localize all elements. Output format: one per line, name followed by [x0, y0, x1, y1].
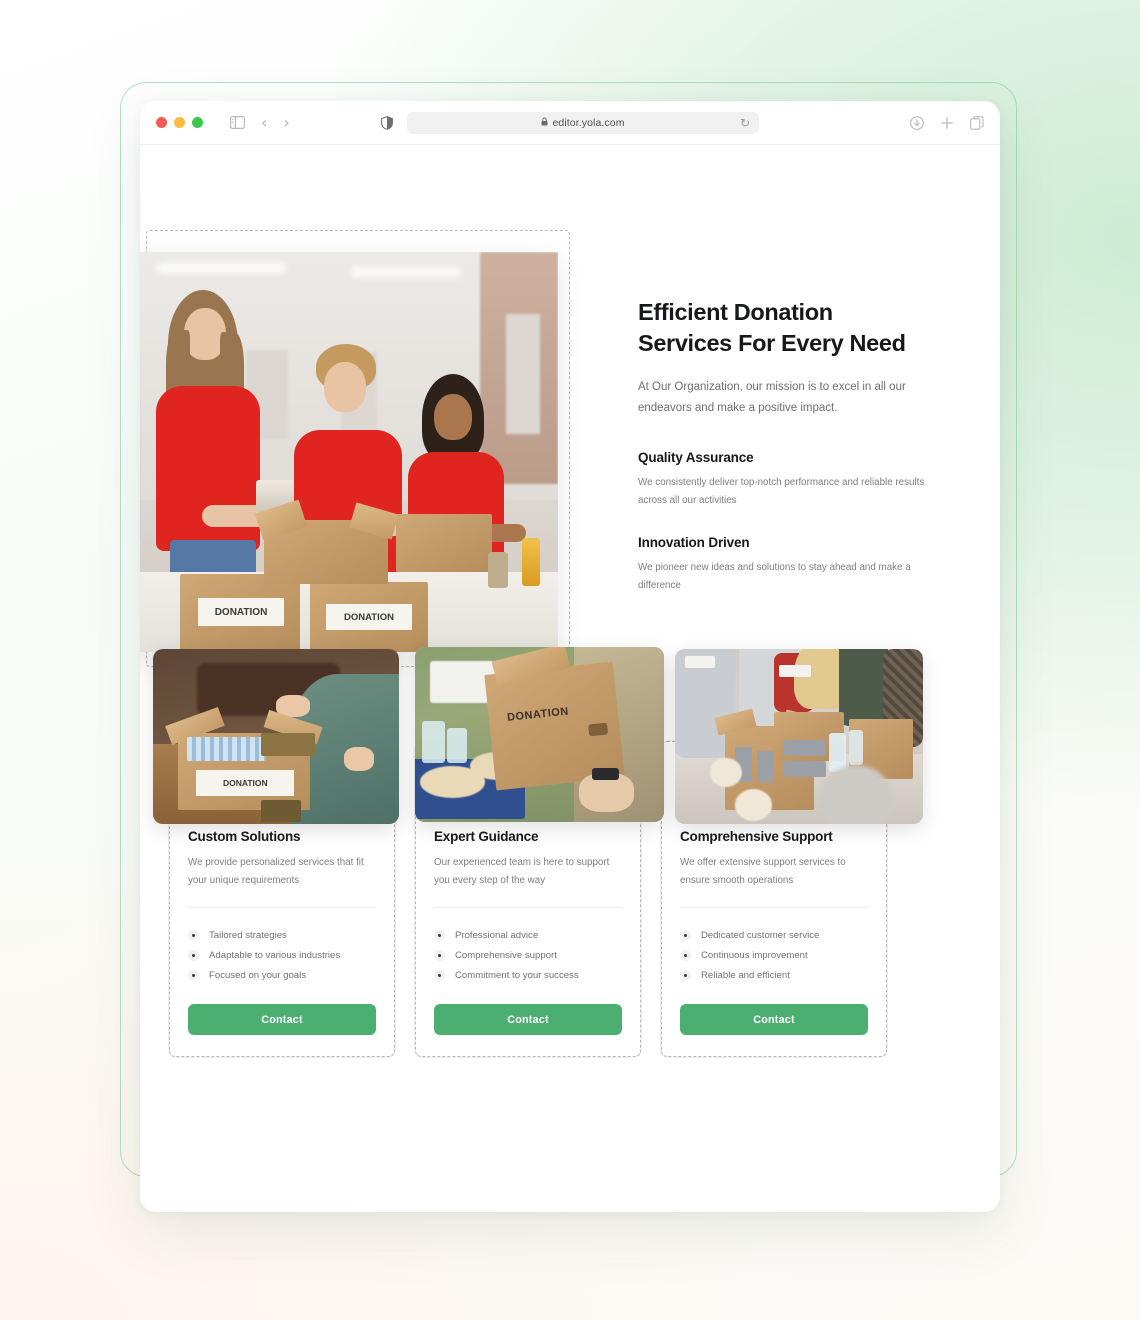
list-item-label: Focused on your goals — [209, 969, 307, 981]
feature-innovation-driven: Innovation Driven We pioneer new ideas a… — [638, 535, 930, 595]
browser-window: ‹ › editor.yola.com ↻ DONATION DONATION … — [140, 101, 1000, 1212]
list-item-label: Commitment to your success — [455, 969, 579, 981]
list-item-label: Adaptable to various industries — [209, 949, 341, 961]
forward-button[interactable]: › — [283, 114, 289, 131]
service-card-expert-guidance[interactable]: DONATION Expert Guidance Our experienced… — [414, 647, 664, 1059]
hero-copy: Efficient Donation Services For Every Ne… — [638, 297, 930, 595]
service-card-comprehensive-support[interactable]: Comprehensive Support We offer extensive… — [660, 649, 923, 1059]
privacy-shield-icon[interactable] — [381, 115, 393, 130]
contact-button[interactable]: Contact — [680, 1004, 868, 1036]
list-item-label: Continuous improvement — [701, 949, 808, 961]
hero-title-line-1: Efficient Donation — [638, 299, 833, 325]
donation-box-label: DONATION — [506, 705, 570, 724]
list-item: Tailored strategies — [188, 925, 376, 945]
contact-button[interactable]: Contact — [434, 1004, 622, 1036]
card-title: Custom Solutions — [188, 829, 301, 844]
bullet-icon — [188, 929, 199, 941]
hero-subtitle: At Our Organization, our mission is to e… — [638, 381, 906, 415]
minimize-window-button[interactable] — [174, 117, 185, 128]
hero-image[interactable]: DONATION DONATION — [140, 252, 558, 652]
bullet-icon — [680, 969, 691, 981]
window-traffic-lights — [156, 117, 203, 128]
reload-button[interactable]: ↻ — [740, 116, 750, 130]
bullet-icon — [680, 949, 691, 961]
list-item: Reliable and efficient — [680, 965, 868, 985]
feature-title: Quality Assurance — [638, 449, 754, 465]
card-divider — [434, 907, 622, 909]
list-item: Adaptable to various industries — [188, 945, 376, 965]
page-title: Efficient Donation Services For Every Ne… — [638, 297, 930, 359]
list-item: Professional advice — [434, 925, 622, 945]
card-body: Expert Guidance Our experienced team is … — [415, 741, 641, 1036]
navigation-controls: ‹ › — [230, 114, 290, 131]
bullet-icon — [434, 949, 445, 961]
card-description: We offer extensive support services to e… — [680, 857, 846, 887]
website-canvas: DONATION DONATION Efficient Donation Ser… — [140, 145, 1000, 1212]
card-title: Comprehensive Support — [680, 829, 833, 844]
new-tab-icon[interactable] — [940, 116, 954, 130]
bullet-icon — [680, 929, 691, 941]
list-item: Comprehensive support — [434, 945, 622, 965]
list-item: Commitment to your success — [434, 965, 622, 985]
list-item: Focused on your goals — [188, 965, 376, 985]
bullet-icon — [434, 969, 445, 981]
feature-quality-assurance: Quality Assurance We consistently delive… — [638, 450, 930, 510]
list-item-label: Reliable and efficient — [701, 969, 790, 981]
bullet-icon — [188, 949, 199, 961]
donation-box-label: DONATION — [198, 598, 284, 626]
tab-overview-icon[interactable] — [970, 115, 984, 130]
feature-body: We consistently deliver top-notch perfor… — [638, 476, 925, 506]
browser-toolbar: ‹ › editor.yola.com ↻ — [140, 101, 1000, 145]
card-feature-list: Professional advice Comprehensive suppor… — [434, 925, 622, 985]
lock-icon — [541, 117, 548, 128]
card-feature-list: Dedicated customer service Continuous im… — [680, 925, 868, 985]
bullet-icon — [434, 929, 445, 941]
maximize-window-button[interactable] — [192, 117, 203, 128]
list-item: Dedicated customer service — [680, 925, 868, 945]
card-body: Comprehensive Support We offer extensive… — [661, 741, 887, 1036]
card-description: Our experienced team is here to support … — [434, 857, 610, 887]
list-item-label: Tailored strategies — [209, 929, 287, 941]
card-divider — [680, 907, 868, 909]
bullet-icon — [188, 969, 199, 981]
list-item-label: Comprehensive support — [455, 949, 557, 961]
service-cards-row: DONATION Custom Solutions We provide per… — [153, 647, 968, 1059]
list-item-label: Professional advice — [455, 929, 539, 941]
feature-title: Innovation Driven — [638, 534, 750, 550]
donation-box-label-2: DONATION — [326, 604, 412, 630]
service-card-custom-solutions[interactable]: DONATION Custom Solutions We provide per… — [153, 649, 399, 1059]
sidebar-toggle-icon[interactable] — [230, 116, 245, 129]
card-title: Expert Guidance — [434, 829, 539, 844]
card-divider — [188, 907, 376, 909]
card-description: We provide personalized services that fi… — [188, 857, 364, 887]
hero-title-line-2: Services For Every Need — [638, 330, 906, 357]
back-button[interactable]: ‹ — [261, 114, 267, 131]
card-feature-list: Tailored strategies Adaptable to various… — [188, 925, 376, 985]
list-item: Continuous improvement — [680, 945, 868, 965]
contact-button[interactable]: Contact — [188, 1004, 376, 1036]
hero-photo-illustration: DONATION DONATION — [140, 252, 558, 652]
download-icon[interactable] — [910, 115, 924, 130]
url-text: editor.yola.com — [552, 116, 625, 129]
url-input[interactable]: editor.yola.com ↻ — [407, 111, 759, 134]
close-window-button[interactable] — [156, 117, 167, 128]
feature-body: We pioneer new ideas and solutions to st… — [638, 561, 911, 591]
list-item-label: Dedicated customer service — [701, 929, 820, 941]
toolbar-right-actions — [910, 115, 984, 130]
card-body: Custom Solutions We provide personalized… — [169, 741, 395, 1036]
